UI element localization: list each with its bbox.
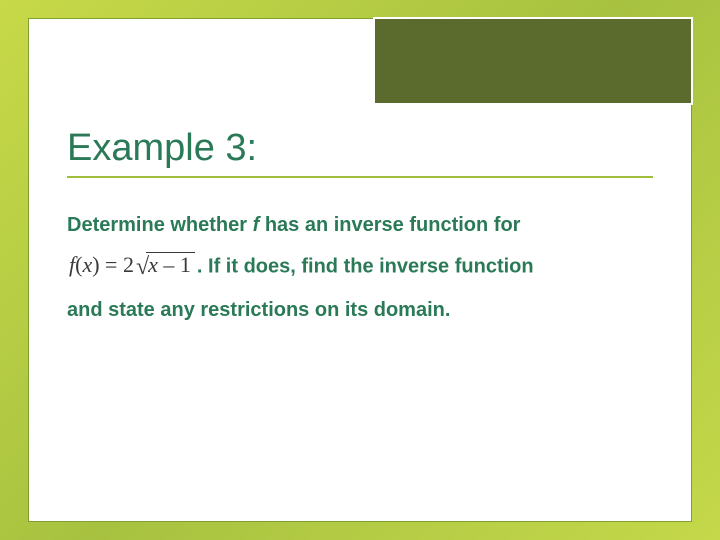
text-segment: . If it does, find the inverse function — [197, 256, 534, 278]
body-line-2: f(x) = 2√x – 1 . If it does, find the in… — [67, 244, 653, 291]
coefficient: 2 — [123, 252, 134, 277]
slide-card: Example 3: Determine whether f has an in… — [28, 18, 692, 522]
slide-body: Determine whether f has an inverse funct… — [67, 206, 653, 329]
body-line-1: Determine whether f has an inverse funct… — [67, 206, 653, 244]
equals: = — [100, 252, 123, 277]
text-segment: has an inverse function for — [259, 214, 520, 236]
rad-op: – — [158, 252, 180, 277]
title-underline — [67, 176, 653, 178]
sqrt: √x – 1 — [134, 244, 195, 291]
text-segment: Determine whether — [67, 214, 253, 236]
formula-x: x — [82, 252, 92, 277]
body-line-3: and state any restrictions on its domain… — [67, 291, 653, 329]
rad-b: 1 — [180, 252, 191, 277]
formula: f(x) = 2√x – 1 — [69, 244, 195, 291]
radicand: x – 1 — [146, 252, 195, 277]
corner-decoration — [373, 17, 693, 105]
close-paren: ) — [92, 252, 99, 277]
slide-title: Example 3: — [67, 127, 653, 174]
rad-x: x — [148, 252, 158, 277]
